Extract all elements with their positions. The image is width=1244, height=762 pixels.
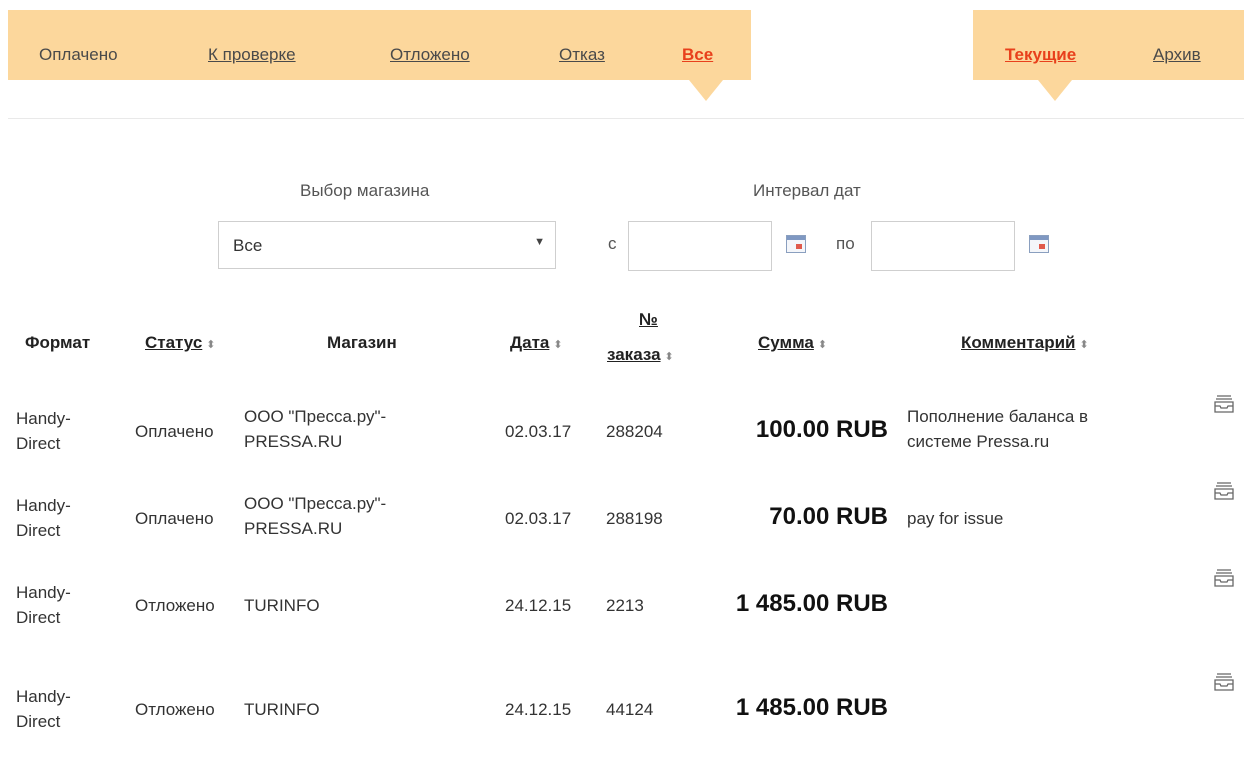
cell-date: 24.12.15 — [505, 596, 572, 615]
cell-sum: 100.00 RUB — [755, 416, 888, 443]
cell-shop: TURINFO — [244, 700, 320, 719]
tab-archive[interactable]: Архив — [1153, 45, 1201, 65]
shop-filter-label: Выбор магазина — [300, 181, 430, 200]
col-format-header: Формат — [25, 333, 91, 352]
sort-icon: ⬍ — [206, 339, 216, 351]
archive-tray-icon[interactable] — [1213, 672, 1235, 692]
cell-comment: pay for issue — [907, 509, 1004, 528]
archive-tray-icon[interactable] — [1213, 394, 1235, 414]
calendar-icon[interactable] — [786, 235, 806, 253]
cell-order: 288204 — [606, 422, 663, 441]
col-order-header[interactable]: заказа ⬍ — [607, 345, 674, 365]
cell-order: 2213 — [606, 596, 644, 615]
shop-select-value: Все — [233, 236, 263, 255]
header-divider — [8, 118, 1244, 119]
col-status-header[interactable]: Статус ⬍ — [145, 333, 216, 353]
shop-select[interactable]: Все ▼ — [218, 221, 556, 269]
col-comment-header[interactable]: Комментарий ⬍ — [961, 333, 1089, 353]
cell-format: Handy- Direct — [16, 496, 71, 540]
sort-icon: ⬍ — [553, 339, 563, 351]
tab-rejected[interactable]: Отказ — [559, 45, 605, 65]
date-interval-label: Интервал дат — [753, 181, 861, 200]
tab-all[interactable]: Все — [682, 45, 713, 65]
date-to-input[interactable] — [871, 221, 1015, 271]
col-shop-header: Магазин — [327, 333, 397, 352]
cell-date: 02.03.17 — [505, 509, 572, 528]
cell-order: 44124 — [606, 700, 654, 719]
cell-status: Отложено — [135, 700, 215, 719]
cell-shop: ООО "Пресса.ру"- PRESSA.RU — [244, 494, 387, 538]
cell-format: Handy- Direct — [16, 409, 71, 453]
status-tabbar: Оплачено К проверке Отложено Отказ Все — [8, 10, 751, 80]
date-to-label: по — [836, 234, 855, 253]
tab-paid[interactable]: Оплачено — [39, 45, 118, 65]
col-date-header[interactable]: Дата ⬍ — [510, 333, 563, 353]
cell-order: 288198 — [606, 509, 663, 528]
active-tab-pointer — [689, 80, 723, 101]
tab-postponed[interactable]: Отложено — [390, 45, 470, 65]
col-order-header-line1[interactable]: № — [639, 310, 658, 330]
cell-format: Handy- Direct — [16, 687, 71, 731]
cell-date: 02.03.17 — [505, 422, 572, 441]
cell-shop: TURINFO — [244, 596, 320, 615]
cell-sum: 1 485.00 RUB — [735, 694, 888, 721]
archive-tray-icon[interactable] — [1213, 481, 1235, 501]
cell-sum: 1 485.00 RUB — [735, 590, 888, 617]
tab-current[interactable]: Текущие — [1005, 45, 1076, 65]
chevron-down-icon: ▼ — [534, 236, 545, 248]
sort-icon: ⬍ — [817, 339, 828, 351]
sort-icon: ⬍ — [1079, 339, 1089, 351]
date-from-label: с — [608, 234, 617, 253]
calendar-icon[interactable] — [1029, 235, 1049, 253]
period-tabbar: Текущие Архив — [973, 10, 1244, 80]
cell-status: Оплачено — [135, 422, 214, 441]
col-sum-header[interactable]: Сумма ⬍ — [758, 333, 827, 353]
sort-icon: ⬍ — [664, 351, 674, 363]
date-from-input[interactable] — [628, 221, 772, 271]
cell-shop: ООО "Пресса.ру"- PRESSA.RU — [244, 407, 387, 451]
cell-status: Отложено — [135, 596, 215, 615]
archive-tray-icon[interactable] — [1213, 568, 1235, 588]
active-period-pointer — [1038, 80, 1072, 101]
cell-comment: Пополнение баланса в системе Pressa.ru — [907, 407, 1089, 451]
cell-date: 24.12.15 — [505, 700, 572, 719]
cell-status: Оплачено — [135, 509, 214, 528]
cell-sum: 70.00 RUB — [769, 503, 888, 530]
tab-to-check[interactable]: К проверке — [208, 45, 296, 65]
cell-format: Handy- Direct — [16, 583, 71, 627]
